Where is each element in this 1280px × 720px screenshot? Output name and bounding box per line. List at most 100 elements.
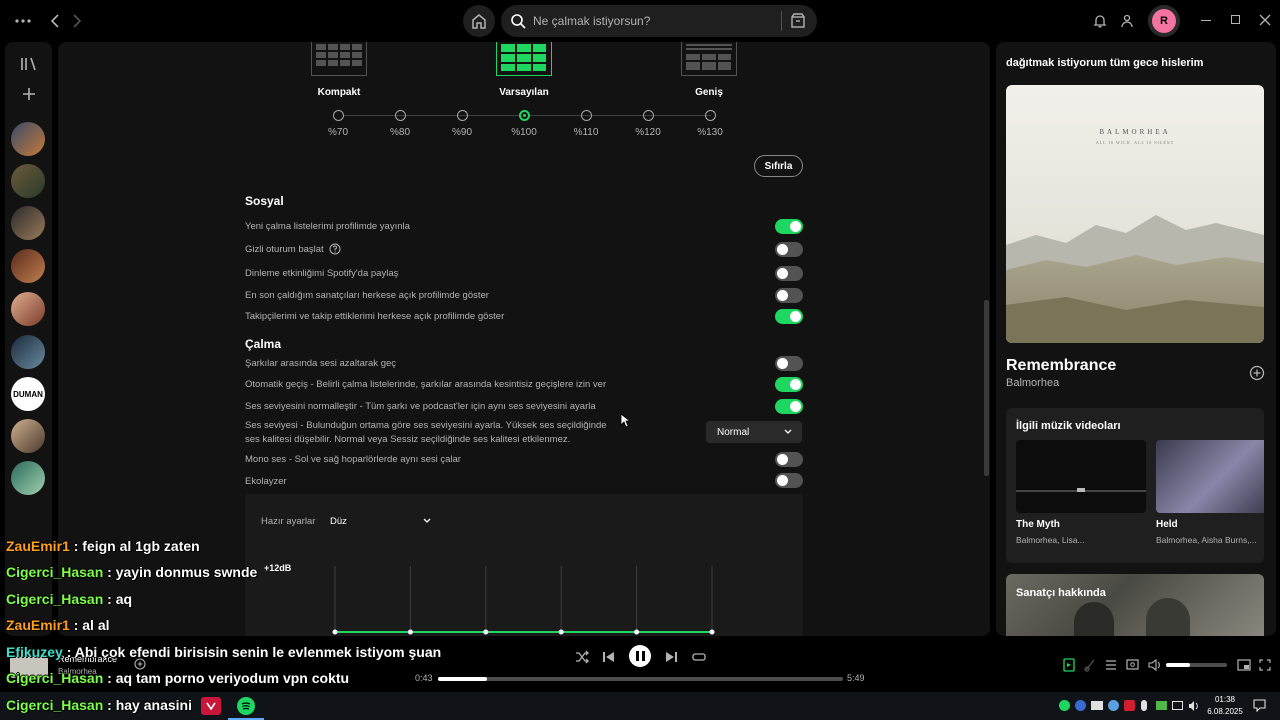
scrollbar[interactable] bbox=[984, 300, 989, 476]
equalizer-graph[interactable] bbox=[325, 566, 725, 636]
eq-band-handle[interactable] bbox=[558, 629, 564, 635]
library-item-avatar[interactable] bbox=[11, 206, 45, 240]
repeat-icon[interactable] bbox=[692, 650, 706, 664]
automix-toggle[interactable] bbox=[775, 377, 803, 392]
social-toggle[interactable] bbox=[775, 242, 803, 257]
close-icon[interactable] bbox=[1259, 14, 1271, 26]
eq-band-handle[interactable] bbox=[407, 629, 413, 635]
normalize-toggle[interactable] bbox=[775, 399, 803, 414]
library-item-avatar[interactable] bbox=[11, 164, 45, 198]
zoom-option-radio[interactable] bbox=[519, 110, 530, 121]
video-thumbnail[interactable] bbox=[1016, 440, 1146, 513]
about-artist-card[interactable]: Sanatçı hakkında bbox=[1006, 574, 1264, 636]
library-item-avatar[interactable] bbox=[11, 419, 45, 453]
home-button[interactable] bbox=[463, 5, 495, 37]
zoom-option-radio[interactable] bbox=[705, 110, 716, 121]
layout-default-thumbnail[interactable] bbox=[496, 42, 552, 76]
social-toggle[interactable] bbox=[775, 309, 803, 324]
mono-toggle[interactable] bbox=[775, 452, 803, 467]
network-icon[interactable] bbox=[1172, 701, 1183, 710]
create-plus-icon[interactable] bbox=[21, 86, 37, 102]
eq-band-handle[interactable] bbox=[709, 629, 715, 635]
video-title[interactable]: The Myth bbox=[1016, 519, 1060, 530]
tray-spotify-icon[interactable] bbox=[1059, 700, 1070, 711]
social-toggle[interactable] bbox=[775, 288, 803, 303]
lyrics-icon[interactable] bbox=[1084, 658, 1096, 672]
spotify-taskbar-icon[interactable] bbox=[237, 697, 255, 715]
queue-icon[interactable] bbox=[1105, 659, 1117, 671]
more-options-icon[interactable] bbox=[14, 13, 32, 29]
library-item-avatar[interactable] bbox=[11, 335, 45, 369]
social-toggle[interactable] bbox=[775, 219, 803, 234]
library-item-avatar[interactable]: DUMAN bbox=[11, 377, 45, 411]
eq-band-handle[interactable] bbox=[332, 629, 338, 635]
library-item-avatar[interactable] bbox=[11, 292, 45, 326]
social-toggle[interactable] bbox=[775, 266, 803, 281]
clock-date[interactable]: 6.08.2025 bbox=[1203, 707, 1247, 716]
forward-arrow-icon[interactable] bbox=[70, 13, 84, 29]
eq-band-handle[interactable] bbox=[634, 629, 640, 635]
equalizer-toggle[interactable] bbox=[775, 473, 803, 488]
maximize-icon[interactable] bbox=[1231, 15, 1240, 24]
tray-app-icon[interactable] bbox=[1124, 700, 1135, 711]
zoom-option-radio[interactable] bbox=[333, 110, 344, 121]
taskbar-app-icon[interactable] bbox=[201, 697, 221, 715]
next-track-icon[interactable] bbox=[665, 650, 678, 664]
speaker-icon[interactable] bbox=[1188, 700, 1200, 712]
zoom-option-radio[interactable] bbox=[457, 110, 468, 121]
notification-bell-icon[interactable] bbox=[1092, 13, 1108, 29]
miniplayer-icon[interactable] bbox=[1237, 659, 1251, 671]
eq-band-handle[interactable] bbox=[483, 629, 489, 635]
video-thumbnail[interactable] bbox=[1156, 440, 1264, 513]
setting-label: Dinleme etkinliğimi Spotify'da paylaş bbox=[245, 268, 399, 279]
setting-label: Ekolayzer bbox=[245, 476, 287, 487]
microphone-icon[interactable] bbox=[1141, 700, 1147, 711]
back-arrow-icon[interactable] bbox=[48, 13, 62, 29]
library-item-avatar[interactable] bbox=[11, 122, 45, 156]
preset-dropdown[interactable]: Düz bbox=[323, 510, 435, 530]
layout-label: Geniş bbox=[695, 87, 723, 98]
chat-username: Cigerci_Hasan bbox=[6, 697, 104, 713]
volume-icon[interactable] bbox=[1148, 658, 1162, 672]
tray-app-icon[interactable] bbox=[1091, 701, 1103, 710]
layout-compact-thumbnail[interactable] bbox=[311, 42, 367, 76]
zoom-option-radio[interactable] bbox=[581, 110, 592, 121]
track-title[interactable]: Remembrance bbox=[1006, 357, 1116, 375]
clock-time[interactable]: 01:38 bbox=[1205, 695, 1245, 704]
library-icon[interactable] bbox=[20, 56, 38, 72]
video-title[interactable]: Held bbox=[1156, 519, 1178, 530]
playlist-title[interactable]: dağıtmak istiyorum tüm gece hislerim bbox=[1006, 57, 1203, 69]
pause-button[interactable] bbox=[629, 645, 651, 667]
help-icon[interactable] bbox=[329, 243, 341, 255]
layout-wide-thumbnail[interactable] bbox=[681, 42, 737, 76]
zoom-option-radio[interactable] bbox=[395, 110, 406, 121]
library-item-avatar[interactable] bbox=[11, 461, 45, 495]
reset-button[interactable]: Sıfırla bbox=[754, 155, 803, 177]
tray-app-icon[interactable] bbox=[1075, 700, 1086, 711]
crossfade-toggle[interactable] bbox=[775, 356, 803, 371]
shuffle-icon[interactable] bbox=[575, 650, 589, 664]
volume-level-dropdown[interactable]: Normal bbox=[706, 421, 802, 443]
search-input[interactable]: Ne çalmak istiyorsun? bbox=[533, 14, 650, 28]
add-to-library-icon[interactable] bbox=[1249, 365, 1265, 381]
zoom-option-radio[interactable] bbox=[643, 110, 654, 121]
connect-device-icon[interactable] bbox=[1126, 658, 1139, 672]
video-artists[interactable]: Balmorhea, Lisa... bbox=[1016, 535, 1085, 545]
friend-activity-icon[interactable] bbox=[1119, 13, 1135, 29]
browse-icon[interactable] bbox=[790, 13, 806, 29]
volume-slider[interactable] bbox=[1166, 663, 1227, 667]
video-artists[interactable]: Balmorhea, Aisha Burns,... bbox=[1156, 535, 1257, 545]
minimize-icon[interactable] bbox=[1201, 20, 1211, 21]
notification-center-icon[interactable] bbox=[1253, 699, 1266, 712]
fullscreen-icon[interactable] bbox=[1259, 659, 1271, 671]
chat-message: Cigerci_Hasan : hay anasini bbox=[6, 697, 192, 713]
now-playing-view-icon[interactable] bbox=[1063, 658, 1075, 672]
search-bar[interactable]: Ne çalmak istiyorsun? bbox=[501, 5, 817, 37]
track-artist[interactable]: Balmorhea bbox=[1006, 377, 1059, 389]
previous-track-icon[interactable] bbox=[602, 650, 615, 664]
tray-nvidia-icon[interactable] bbox=[1156, 701, 1167, 710]
tray-steam-icon[interactable] bbox=[1108, 700, 1119, 711]
profile-button[interactable]: R bbox=[1148, 5, 1180, 37]
library-item-avatar[interactable] bbox=[11, 249, 45, 283]
progress-bar[interactable] bbox=[438, 677, 843, 681]
